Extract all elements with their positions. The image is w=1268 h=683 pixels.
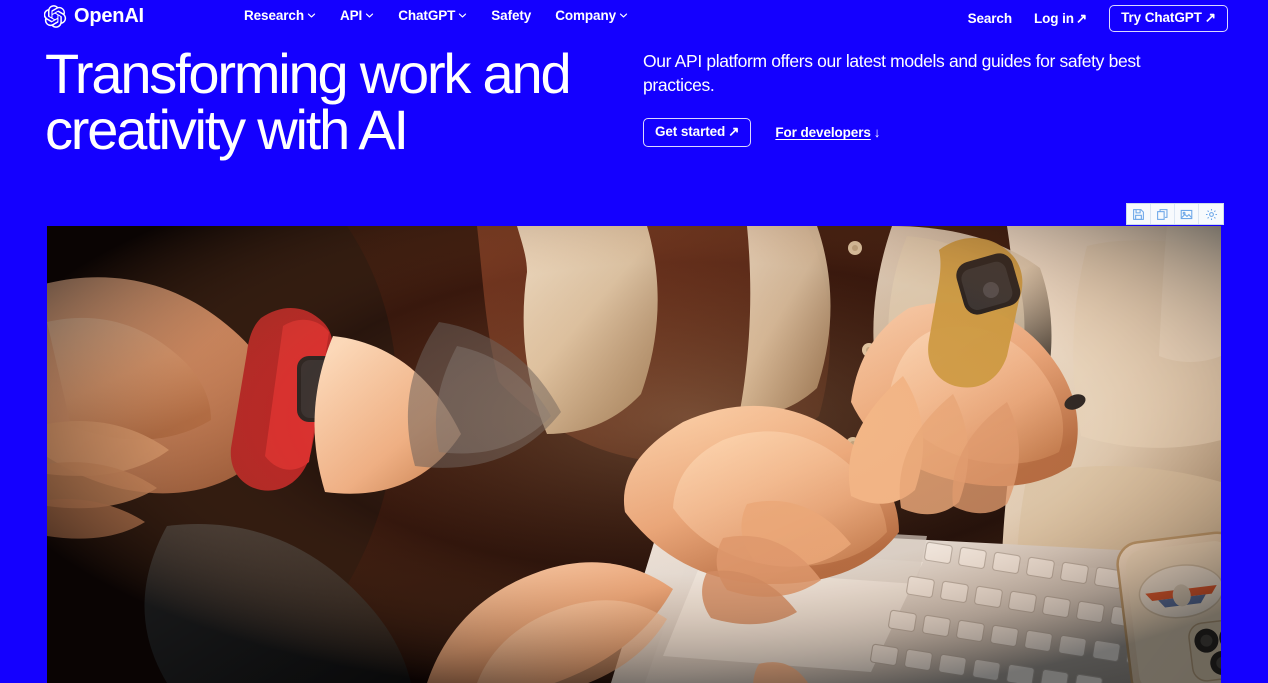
nav-label: ChatGPT bbox=[398, 8, 456, 23]
copy-icon bbox=[1156, 208, 1169, 221]
nav-item-research[interactable]: Research bbox=[244, 8, 316, 23]
chevron-down-icon bbox=[365, 11, 374, 20]
external-arrow-icon: ↗ bbox=[1075, 10, 1088, 26]
hero-cta-row: Get started ↗ For developers ↓ bbox=[643, 118, 1223, 148]
primary-nav: Research API ChatGPT Safety Company bbox=[244, 8, 628, 23]
nav-label: Safety bbox=[491, 8, 532, 23]
image-button[interactable] bbox=[1175, 204, 1199, 224]
try-chatgpt-button[interactable]: Try ChatGPT ↗ bbox=[1109, 5, 1228, 33]
header-actions: Search Log in ↗ Try ChatGPT ↗ bbox=[967, 5, 1228, 33]
floating-toolbar bbox=[1126, 203, 1224, 225]
search-button[interactable]: Search bbox=[967, 11, 1013, 27]
nav-label: Research bbox=[244, 8, 304, 23]
nav-label: API bbox=[340, 8, 363, 23]
login-label: Log in bbox=[1034, 11, 1074, 27]
try-chatgpt-label: Try ChatGPT bbox=[1121, 10, 1202, 25]
nav-item-safety[interactable]: Safety bbox=[491, 8, 531, 23]
down-arrow-icon: ↓ bbox=[873, 125, 881, 141]
site-header: OpenAI Research API ChatGPT Safety Compa… bbox=[0, 0, 1268, 34]
settings-gear-icon bbox=[1205, 208, 1218, 221]
search-label: Search bbox=[967, 11, 1013, 27]
external-arrow-icon: ↗ bbox=[1204, 10, 1216, 25]
get-started-label: Get started bbox=[655, 124, 726, 140]
chevron-down-icon bbox=[619, 11, 628, 20]
hero-section: Transforming work and creativity with AI… bbox=[0, 40, 1268, 210]
external-arrow-icon: ↗ bbox=[728, 124, 740, 140]
for-developers-label: For developers bbox=[775, 125, 871, 141]
chevron-down-icon bbox=[307, 11, 316, 20]
hero-image bbox=[47, 226, 1221, 683]
nav-label: Company bbox=[555, 8, 617, 23]
get-started-button[interactable]: Get started ↗ bbox=[643, 118, 752, 148]
openai-landing-page: OpenAI Research API ChatGPT Safety Compa… bbox=[0, 0, 1268, 683]
chevron-down-icon bbox=[458, 11, 467, 20]
nav-item-chatgpt[interactable]: ChatGPT bbox=[398, 8, 467, 23]
brand-logo-link[interactable]: OpenAI bbox=[44, 5, 144, 28]
openai-blossom-icon bbox=[44, 5, 67, 28]
image-icon bbox=[1180, 208, 1193, 221]
save-icon bbox=[1132, 208, 1145, 221]
headline-line-1: Transforming work and bbox=[45, 42, 572, 105]
brand-name: OpenAI bbox=[74, 5, 144, 27]
hero-photograph bbox=[47, 226, 1221, 683]
copy-button[interactable] bbox=[1151, 204, 1175, 224]
save-button[interactable] bbox=[1127, 204, 1151, 224]
hero-copy-column: Our API platform offers our latest model… bbox=[643, 50, 1223, 148]
for-developers-link[interactable]: For developers ↓ bbox=[775, 125, 880, 140]
hero-subtitle: Our API platform offers our latest model… bbox=[643, 51, 1141, 95]
page-title: Transforming work and creativity with AI bbox=[45, 46, 645, 158]
nav-item-company[interactable]: Company bbox=[555, 8, 628, 23]
headline-line-2: creativity with AI bbox=[45, 98, 409, 161]
settings-button[interactable] bbox=[1199, 204, 1223, 224]
nav-item-api[interactable]: API bbox=[340, 8, 374, 23]
login-link[interactable]: Log in ↗ bbox=[1034, 11, 1087, 27]
